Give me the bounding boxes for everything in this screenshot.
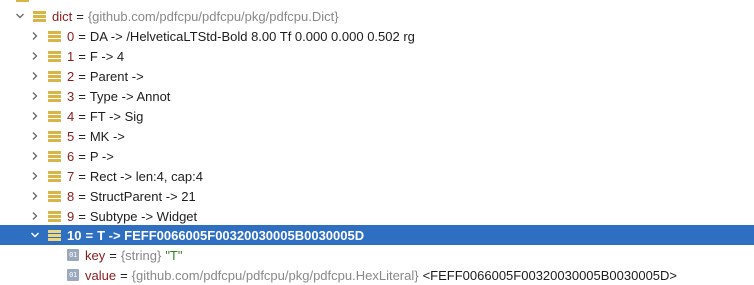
primitive-icon: 01	[67, 249, 79, 261]
equals-sign: =	[85, 227, 94, 243]
variable-type: {github.com/pdfcpu/pdfcpu/pkg/pdfcpu.Dic…	[87, 8, 339, 24]
equals-sign: =	[78, 48, 86, 64]
entry-index: 10	[67, 227, 82, 243]
tree-row-entry[interactable]: 0 = DA -> /HelveticaLTStd-Bold 8.00 Tf 0…	[0, 26, 754, 46]
field-icon	[48, 229, 61, 241]
equals-sign: =	[78, 108, 86, 124]
entry-value: Rect -> len:4, cap:4	[89, 168, 203, 184]
chevron-right-icon[interactable]	[30, 191, 40, 201]
chevron-down-icon[interactable]	[15, 11, 25, 21]
chevron-down-icon[interactable]	[30, 230, 40, 240]
variable-value: <FEFF0066005F00320030005B0030005D>	[422, 267, 678, 283]
entry-value: Subtype -> Widget	[89, 208, 198, 224]
tree-row-entry[interactable]: 9 = Subtype -> Widget	[0, 206, 754, 226]
variable-name: value	[85, 267, 117, 283]
entry-index: 0	[67, 28, 75, 44]
entry-value: P ->	[89, 148, 114, 164]
entry-index: 5	[67, 128, 75, 144]
entry-value: Parent ->	[89, 68, 144, 84]
chevron-right-icon[interactable]	[30, 111, 40, 121]
field-icon	[48, 110, 61, 122]
tree-row-entry[interactable]: 7 = Rect -> len:4, cap:4	[0, 166, 754, 186]
equals-sign: =	[76, 8, 84, 24]
chevron-right-icon[interactable]	[30, 71, 40, 81]
field-icon	[48, 210, 61, 222]
chevron-right-icon[interactable]	[30, 51, 40, 61]
entry-index: 2	[67, 68, 75, 84]
entry-index: 8	[67, 188, 75, 204]
equals-sign: =	[78, 148, 86, 164]
primitive-icon: 01	[67, 269, 79, 281]
tree-row-entry[interactable]: 3 = Type -> Annot	[0, 86, 754, 106]
equals-sign: =	[120, 267, 128, 283]
chevron-right-icon[interactable]	[30, 211, 40, 221]
field-icon	[48, 30, 61, 42]
equals-sign: =	[78, 188, 86, 204]
tree-row-entry[interactable]: 4 = FT -> Sig	[0, 106, 754, 126]
field-icon	[48, 190, 61, 202]
tree-row-entry-selected[interactable]: 10 = T -> FEFF0066005F00320030005B003000…	[0, 225, 754, 245]
tree-row-entry[interactable]: 5 = MK ->	[0, 126, 754, 146]
variable-name: key	[85, 247, 106, 263]
chevron-right-icon[interactable]	[30, 171, 40, 181]
chevron-right-icon[interactable]	[30, 91, 40, 101]
variables-tree: dict = {github.com/pdfcpu/pdfcpu/pkg/pdf…	[0, 0, 754, 284]
entry-index: 1	[67, 48, 75, 64]
entry-value: T -> FEFF0066005F00320030005B0030005D	[97, 227, 365, 243]
tree-row-entry[interactable]: 1 = F -> 4	[0, 46, 754, 66]
entry-index: 7	[67, 168, 75, 184]
tree-row-root[interactable]: dict = {github.com/pdfcpu/pdfcpu/pkg/pdf…	[0, 6, 754, 26]
equals-sign: =	[78, 128, 86, 144]
entry-index: 4	[67, 108, 75, 124]
variable-type: {github.com/pdfcpu/pdfcpu/pkg/pdfcpu.Hex…	[131, 267, 419, 283]
equals-sign: =	[78, 88, 86, 104]
field-icon	[48, 130, 61, 142]
entry-value: F -> 4	[89, 48, 125, 64]
entry-value: DA -> /HelveticaLTStd-Bold 8.00 Tf 0.000…	[89, 28, 415, 44]
tree-row-child[interactable]: 01 value = {github.com/pdfcpu/pdfcpu/pkg…	[0, 265, 754, 285]
entry-value: Type -> Annot	[89, 88, 171, 104]
equals-sign: =	[78, 28, 86, 44]
variable-string-value: "T"	[165, 247, 183, 263]
equals-sign: =	[78, 168, 86, 184]
variable-type: {string}	[120, 247, 162, 263]
equals-sign: =	[78, 68, 86, 84]
tree-row-entry[interactable]: 2 = Parent ->	[0, 66, 754, 86]
field-icon	[48, 90, 61, 102]
field-icon	[48, 50, 61, 62]
tree-row-entry[interactable]: 8 = StructParent -> 21	[0, 186, 754, 206]
chevron-right-icon[interactable]	[30, 151, 40, 161]
tree-row-entry[interactable]: 6 = P ->	[0, 146, 754, 166]
field-icon	[48, 170, 61, 182]
entry-value: FT -> Sig	[89, 108, 144, 124]
entry-index: 9	[67, 208, 75, 224]
field-icon	[48, 70, 61, 82]
variable-name: dict	[52, 8, 73, 24]
tree-row-child[interactable]: 01 key = {string} "T"	[0, 245, 754, 265]
entry-index: 6	[67, 148, 75, 164]
field-icon	[48, 150, 61, 162]
entry-value: StructParent -> 21	[89, 188, 196, 204]
equals-sign: =	[78, 208, 86, 224]
field-icon	[16, 0, 29, 2]
chevron-right-icon[interactable]	[30, 31, 40, 41]
equals-sign: =	[109, 247, 117, 263]
chevron-right-icon[interactable]	[30, 131, 40, 141]
field-icon	[33, 10, 46, 22]
entry-index: 3	[67, 88, 75, 104]
entry-value: MK ->	[89, 128, 125, 144]
